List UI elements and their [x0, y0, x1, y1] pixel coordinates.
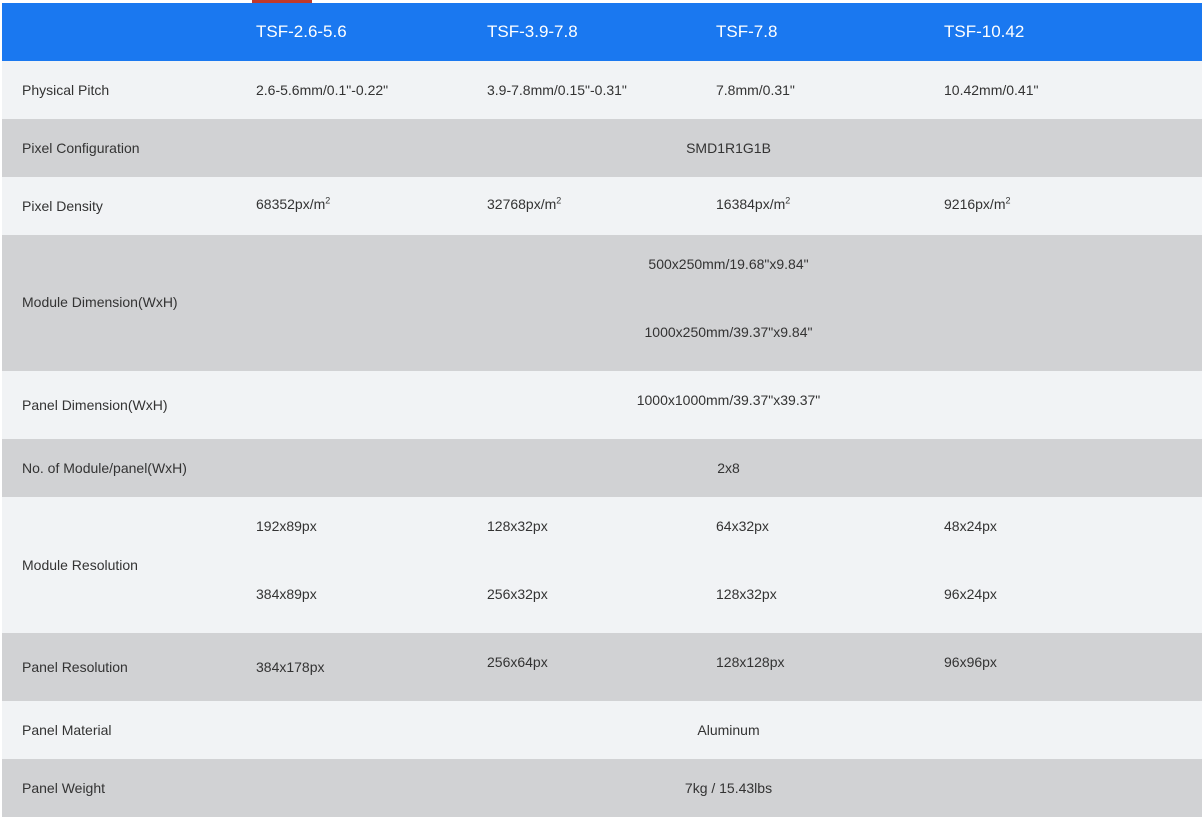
- model-header-4: TSF-10.42: [944, 22, 1025, 41]
- table-cell: 256x64px: [487, 654, 548, 670]
- table-cell: 192x89px: [256, 518, 317, 534]
- table-cell: SMD1R1G1B: [686, 140, 771, 156]
- row-label: Pixel Density: [22, 198, 103, 214]
- table-cell: 3.9-7.8mm/0.15"-0.31": [487, 82, 627, 98]
- table-row-modules-per-panel: No. of Module/panel(WxH) 2x8: [2, 439, 1202, 497]
- table-cell: 68352px/m2: [256, 195, 331, 212]
- table-cell: 32768px/m2: [487, 195, 562, 212]
- table-row-panel-dimension: Panel Dimension(WxH) 1000x1000mm/39.37"x…: [2, 371, 1202, 439]
- table-cell: 128x32px: [716, 586, 777, 602]
- table-cell: 2x8: [717, 460, 740, 476]
- model-header-2: TSF-3.9-7.8: [487, 22, 578, 41]
- spec-table: TSF-2.6-5.6 TSF-3.9-7.8 TSF-7.8 TSF-10.4…: [2, 3, 1202, 817]
- row-label: Physical Pitch: [22, 82, 110, 98]
- table-cell: 1000x250mm/39.37"x9.84": [644, 324, 813, 340]
- table-row-panel-weight: Panel Weight 7kg / 15.43lbs: [2, 759, 1202, 817]
- table-cell: 9216px/m2: [944, 195, 1011, 212]
- table-cell: 2.6-5.6mm/0.1"-0.22": [256, 82, 389, 98]
- table-cell: 64x32px: [716, 518, 769, 534]
- table-cell: 10.42mm/0.41": [944, 82, 1039, 98]
- table-cell: 500x250mm/19.68"x9.84": [648, 256, 809, 272]
- table-row-panel-resolution: Panel Resolution 384x178px 256x64px 128x…: [2, 633, 1202, 701]
- table-row-module-dimension: Module Dimension(WxH) 500x250mm/19.68"x9…: [2, 235, 1202, 371]
- table-cell: 1000x1000mm/39.37"x39.37": [636, 392, 821, 408]
- model-header-1: TSF-2.6-5.6: [256, 22, 347, 41]
- table-cell: 48x24px: [944, 518, 997, 534]
- table-row-pixel-configuration: Pixel Configuration SMD1R1G1B: [2, 119, 1202, 177]
- table-row-physical-pitch: Physical Pitch 2.6-5.6mm/0.1"-0.22" 3.9-…: [2, 61, 1202, 119]
- table-cell: 16384px/m2: [716, 195, 791, 212]
- table-row-pixel-density: Pixel Density 68352px/m2 32768px/m2 1638…: [2, 177, 1202, 235]
- table-cell: 128x128px: [716, 654, 785, 670]
- table-row-panel-material: Panel Material Aluminum: [2, 701, 1202, 759]
- row-label: Module Resolution: [22, 557, 138, 573]
- table-cell: Aluminum: [697, 722, 760, 738]
- table-cell: 7.8mm/0.31": [716, 82, 795, 98]
- model-header-3: TSF-7.8: [716, 22, 778, 41]
- table-cell: 96x24px: [944, 586, 997, 602]
- row-label: Panel Resolution: [22, 659, 128, 675]
- table-row-module-resolution: Module Resolution 192x89px 128x32px 64x3…: [2, 497, 1202, 633]
- row-label: Module Dimension(WxH): [22, 294, 178, 310]
- table-header-row: TSF-2.6-5.6 TSF-3.9-7.8 TSF-7.8 TSF-10.4…: [2, 3, 1202, 61]
- table-cell: 96x96px: [944, 654, 997, 670]
- table-cell: 384x89px: [256, 586, 317, 602]
- table-cell: 7kg / 15.43lbs: [684, 780, 773, 796]
- table-cell: 256x32px: [487, 586, 548, 602]
- table-cell: 384x178px: [256, 659, 325, 675]
- table-cell: 128x32px: [487, 518, 548, 534]
